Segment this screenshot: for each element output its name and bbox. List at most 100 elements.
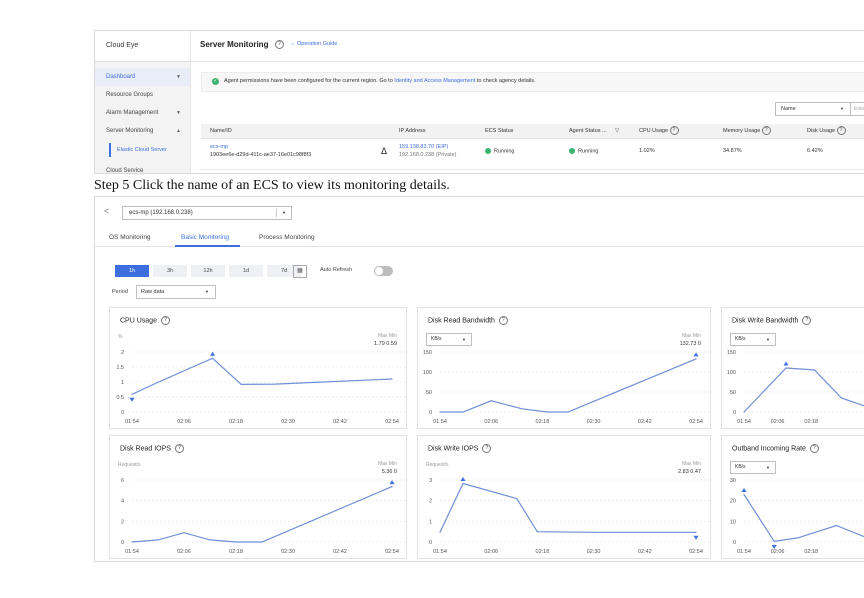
- data-point: [490, 400, 492, 402]
- tab-process-monitoring[interactable]: Process Monitoring: [259, 234, 315, 241]
- period-1h-button[interactable]: 1h: [115, 265, 149, 277]
- period-3h-button[interactable]: 3h: [153, 265, 187, 277]
- y-tick-label: 3: [429, 478, 432, 484]
- y-tick-label: 1: [121, 380, 124, 386]
- chart-panel-outband-incoming-rate: Outband Incoming Rate? KB/s ▼ 30 20 10 0 01:54 0…: [721, 435, 864, 559]
- data-point: [235, 541, 237, 543]
- running-icon: [485, 148, 491, 154]
- data-point: [261, 541, 263, 543]
- calendar-icon[interactable]: ▦: [293, 265, 307, 278]
- sidebar-item-server-monitoring[interactable]: Server Monitoring ▲: [95, 122, 190, 140]
- data-point: [840, 397, 843, 399]
- help-icon[interactable]: ?: [836, 126, 846, 136]
- period-label: Period: [112, 289, 128, 295]
- period-1d-button[interactable]: 1d: [229, 265, 263, 277]
- book-icon: ⇔: [290, 41, 298, 47]
- banner-text-before: Agent permissions have been configured f…: [224, 78, 395, 84]
- operation-guide-link[interactable]: ⇔ Operation Guide: [290, 41, 337, 47]
- host-select[interactable]: ecs-mp (192.168.0.238) ▼: [122, 206, 292, 220]
- data-point: [439, 531, 441, 533]
- data-point: [516, 498, 518, 500]
- x-tick-label: 02:42: [333, 549, 347, 555]
- sidebar-item-dashboard[interactable]: Dashboard ▼: [95, 68, 190, 86]
- sidebar: Cloud Eye Dashboard ▼ Resource Groups Al…: [95, 31, 191, 173]
- search-field-select[interactable]: Name ▼: [775, 102, 851, 116]
- x-tick-label: 02:42: [638, 549, 652, 555]
- column-header-label: Disk Usage: [807, 128, 836, 134]
- y-tick-label: 0: [121, 410, 124, 416]
- sidebar-item-resource-groups[interactable]: Resource Groups: [95, 86, 190, 104]
- chart-svg: 6 4 2 001:54 02:06 02:18 02:30 02:42 02:54: [121, 478, 406, 555]
- sidebar-item-cloud-service[interactable]: Cloud Service: [95, 162, 190, 173]
- page-header: Server Monitoring ? ⇔ Operation Guide: [191, 31, 864, 62]
- column-header-cpu: CPU Usage ?: [639, 124, 679, 138]
- data-point: [274, 383, 276, 385]
- active-tab-indicator: [175, 245, 240, 247]
- chart-svg: 30 20 10 001:54 02:06 02:18: [730, 478, 864, 555]
- y-tick-label: 150: [727, 350, 736, 356]
- data-point: [593, 531, 595, 533]
- ecs-name-link[interactable]: ecs-mp: [210, 144, 228, 150]
- help-icon[interactable]: ?: [669, 126, 679, 136]
- chevron-down-icon: ▼: [840, 106, 844, 111]
- search-input[interactable]: Ente: [851, 102, 864, 116]
- page-title: Server Monitoring: [200, 40, 269, 49]
- data-point: [521, 408, 523, 410]
- help-icon[interactable]: ?: [761, 126, 771, 136]
- step-caption: Step 5 Click the name of an ECS to view …: [94, 178, 450, 193]
- iam-link[interactable]: Identity and Access Management: [394, 78, 475, 84]
- x-tick-label: 02:42: [638, 419, 652, 425]
- x-tick-label: 02:54: [385, 549, 399, 555]
- series-line: [439, 482, 696, 533]
- data-point: [212, 357, 214, 359]
- column-header-ecs-status: ECS Status: [485, 128, 514, 134]
- chevron-down-icon: ▼: [205, 289, 209, 294]
- data-point: [695, 531, 697, 533]
- chart-svg: 3 2 1 001:54 02:06 02:18 02:30 02:42 02:54: [429, 477, 710, 555]
- data-point: [743, 411, 745, 413]
- tab-os-monitoring[interactable]: OS Monitoring: [109, 234, 151, 241]
- sidebar-item-elastic-cloud-server[interactable]: Elastic Cloud Server: [109, 143, 189, 157]
- x-tick-label: 02:30: [281, 419, 295, 425]
- y-tick-label: 2: [429, 499, 432, 505]
- min-marker: [129, 397, 135, 402]
- data-point: [773, 540, 775, 542]
- y-tick-label: 1.5: [116, 365, 124, 371]
- x-tick-label: 01:54: [125, 419, 139, 425]
- y-tick-label: 0: [121, 540, 124, 546]
- sidebar-item-alarm-management[interactable]: Alarm Management ▼: [95, 104, 190, 122]
- auto-refresh-toggle[interactable]: [374, 266, 393, 276]
- data-point: [391, 378, 393, 380]
- column-header-label: CPU Usage: [639, 128, 669, 134]
- max-marker: [460, 477, 466, 482]
- data-point: [183, 532, 185, 534]
- x-tick-label: 02:42: [333, 419, 347, 425]
- ip-eip: 159.138.83.70 (EIP): [399, 144, 449, 150]
- ecs-id: 1903ee6e-d29d-411c-ae37-16e01c98f8f3: [210, 152, 312, 158]
- column-header-name: Name/ID: [210, 128, 232, 134]
- max-marker: [389, 480, 395, 485]
- x-tick-label: 02:54: [689, 419, 703, 425]
- warning-icon[interactable]: Δ: [381, 146, 387, 156]
- cpu-usage-value: 1.02%: [639, 148, 655, 154]
- x-tick-label: 02:06: [771, 419, 785, 425]
- period-12h-button[interactable]: 12h: [191, 265, 225, 277]
- x-tick-label: 02:18: [804, 549, 818, 555]
- data-point: [813, 369, 816, 371]
- data-point: [695, 358, 697, 360]
- help-icon[interactable]: ?: [275, 40, 284, 49]
- back-icon[interactable]: <: [104, 206, 109, 216]
- banner-text: Agent permissions have been configured f…: [224, 78, 536, 84]
- chart-svg: 150 100 50 001:54 02:06 02:18 02:30 02:42 02:54: [423, 350, 710, 425]
- filter-icon[interactable]: ▽: [615, 124, 619, 138]
- sidebar-title: Cloud Eye: [95, 31, 190, 62]
- ecs-monitoring-screenshot: < ecs-mp (192.168.0.238) ▼ OS Monitoring…: [94, 196, 864, 562]
- period-select[interactable]: Raw data ▼: [136, 285, 216, 299]
- y-tick-label: 1: [429, 519, 432, 525]
- server-monitoring-screenshot: Cloud Eye Dashboard ▼ Resource Groups Al…: [94, 30, 864, 174]
- max-marker: [783, 361, 789, 366]
- x-tick-label: 02:54: [385, 419, 399, 425]
- tab-basic-monitoring[interactable]: Basic Monitoring: [181, 234, 229, 241]
- x-tick-label: 02:06: [771, 549, 785, 555]
- sidebar-item-label: Alarm Management: [106, 110, 159, 116]
